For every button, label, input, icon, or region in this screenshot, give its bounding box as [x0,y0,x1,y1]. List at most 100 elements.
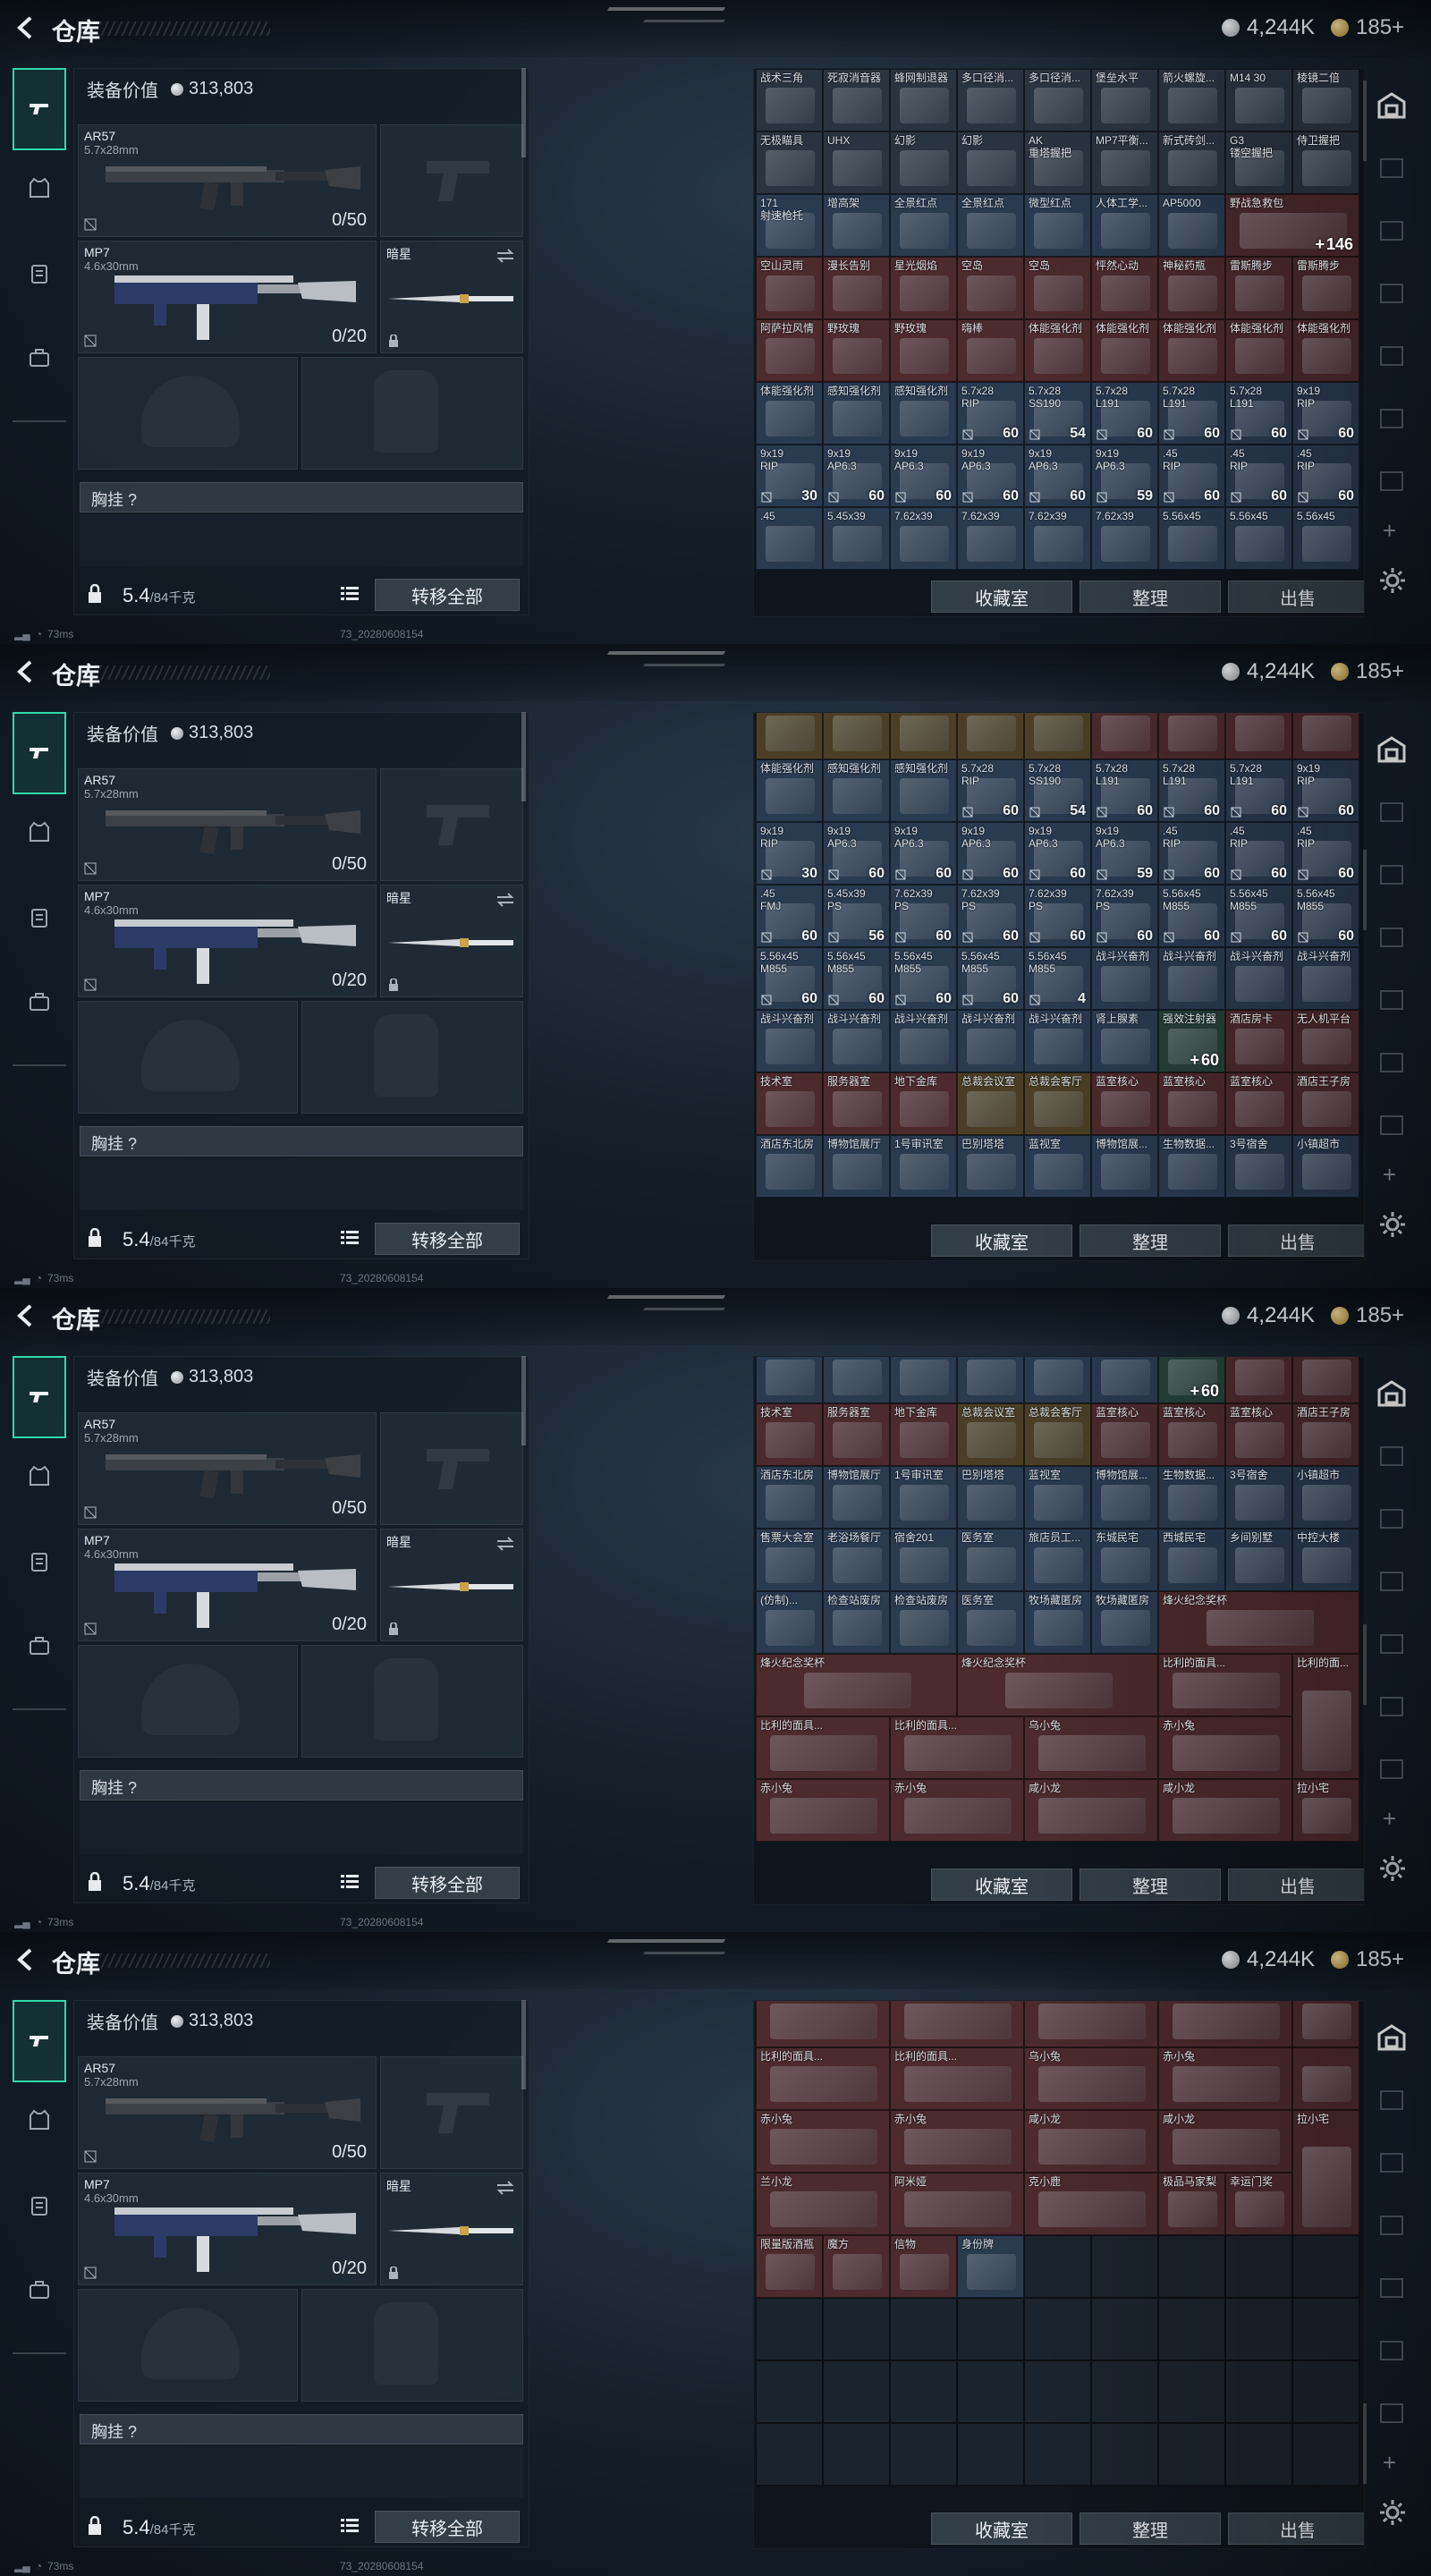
stash-item[interactable]: MP7平衡... [1091,131,1158,194]
equipment-scrollbar[interactable] [521,68,526,157]
stash-item[interactable]: 5.7x28 L191 60 [1225,382,1292,445]
silver-currency[interactable]: 4,244K [1222,658,1315,685]
stash-item[interactable]: 体能强化剂 [756,382,823,445]
helmet-slot[interactable] [78,1645,298,1758]
stash-item[interactable]: .45 RIP 60 [1292,822,1359,885]
swap-icon[interactable] [495,2181,515,2195]
stash-item[interactable] [1158,713,1225,759]
stash-item[interactable] [890,2001,1024,2047]
stash-tab-3[interactable] [1372,855,1411,894]
stash-item[interactable]: .45 RIP 60 [1158,822,1225,885]
stash-item[interactable]: 西城民宅 [1158,1529,1225,1591]
stash-item[interactable]: 乡间别墅 [1225,1529,1292,1591]
nav-weapons[interactable] [13,1356,66,1438]
stash-item[interactable]: .45 [756,507,823,570]
stash-item[interactable]: 5.56x45 [1158,507,1225,570]
stash-item[interactable]: 7.62x39 PS 60 [1091,885,1158,947]
pistol-slot[interactable] [380,2056,523,2169]
stash-item[interactable]: 咸小龙 [1024,2110,1158,2173]
stash-item[interactable]: 9x19 AP6.3 60 [957,822,1024,885]
stash-item[interactable] [1225,713,1292,759]
stash-item[interactable]: 极品马家梨 [1158,2173,1225,2235]
stash-item[interactable]: 战斗兴奋剂 [1225,947,1292,1010]
stash-scrollbar[interactable] [1363,850,1367,931]
stash-item[interactable]: 5.56x45 M855 4 [1024,947,1091,1010]
stash-item[interactable]: 烽火纪念奖杯 [756,1654,957,1716]
stash-item[interactable]: 7.62x39 PS 60 [957,885,1024,947]
stash-item[interactable]: 赤小兔 [756,2110,890,2173]
stash-item[interactable]: 老浴场餐厅 [823,1529,890,1591]
stash-tab-3[interactable] [1372,2143,1411,2182]
stash-scrollbar[interactable] [1363,2402,1367,2484]
stash-item[interactable]: 牧场藏匿房 [1024,1591,1091,1654]
stash-item[interactable]: 5.45x39 PS 56 [823,885,890,947]
stash-item[interactable]: 总裁会客厅 [1024,1072,1091,1135]
equipment-scrollbar[interactable] [521,1356,526,1445]
stash-item[interactable]: 强效注射器 60 + [1158,1010,1225,1072]
stash-item[interactable]: 售票大会室 [756,1529,823,1591]
stash-item[interactable] [1292,713,1359,759]
equipment-scrollbar[interactable] [521,2000,526,2089]
stash-item[interactable] [890,713,957,759]
stash-item[interactable]: 感知强化剂 [823,759,890,822]
stash-item[interactable]: 9x19 AP6.3 59 [1091,822,1158,885]
stash-item[interactable]: 比利的面具... [756,2047,890,2110]
stash-item[interactable]: 阿米娅 [890,2173,1024,2235]
stash-item[interactable]: 5.7x28 RIP 60 [957,759,1024,822]
stash-item[interactable]: 星光烟焰 [890,257,957,319]
stash-tab-6[interactable] [1372,399,1411,438]
list-icon[interactable] [341,586,359,602]
stash-item[interactable]: 嗨棒 [957,319,1024,382]
stash-item[interactable]: 增高架 [823,194,890,257]
stash-item[interactable]: 赤小兔 [756,1779,890,1842]
chest-rig-header[interactable]: 胸挂 ? [80,482,523,513]
settings-button[interactable] [1377,1209,1408,1240]
stash-item[interactable]: 战斗兴奋剂 [890,1010,957,1072]
stash-item[interactable]: 小镇超市 [1292,1466,1359,1529]
primary-weapon-slot[interactable]: AR57 5.7x28mm 0/50 [78,124,377,237]
stash-item[interactable]: 咸小龙 [1158,2110,1292,2173]
stash-item[interactable]: 战斗兴奋剂 [1024,1010,1091,1072]
back-button[interactable] [13,13,39,43]
nav-backpack[interactable] [13,331,66,385]
stash-item[interactable] [1024,2001,1158,2047]
stash-item[interactable]: 5.7x28 L191 60 [1225,759,1292,822]
back-button[interactable] [13,657,39,687]
back-button[interactable] [13,1301,39,1331]
nav-backpack[interactable] [13,975,66,1029]
stash-item[interactable]: 多口径消... [1024,69,1091,131]
stash-item[interactable]: 肾上腺素 [1091,1010,1158,1072]
stash-item[interactable]: 死寂消音器 [823,69,890,131]
stash-item[interactable]: 7.62x39 [1024,507,1091,570]
stash-item[interactable]: 服务器室 [823,1403,890,1466]
pistol-slot[interactable] [380,768,523,881]
favorites-button[interactable]: 收藏室 [931,580,1072,613]
stash-item[interactable]: 东城民宅 [1091,1529,1158,1591]
stash-item[interactable]: 多口径消... [957,69,1024,131]
stash-item[interactable]: 棱镜二倍 [1292,69,1359,131]
stash-item[interactable]: 酒店东北房 [756,1466,823,1529]
stash-item[interactable]: 5.56x45 M855 60 [1292,885,1359,947]
stash-item[interactable]: 5.56x45 [1225,507,1292,570]
stash-item[interactable]: 9x19 AP6.3 59 [1091,445,1158,507]
stash-tab-4[interactable] [1372,918,1411,957]
stash-item[interactable]: 地下金库 [890,1403,957,1466]
stash-item[interactable]: .45 RIP 60 [1292,445,1359,507]
stash-item[interactable]: 医务室 [957,1529,1024,1591]
stash-item[interactable]: 微型红点 [1024,194,1091,257]
stash-item[interactable]: 空岛 [957,257,1024,319]
stash-item[interactable]: 新式砖剑... [1158,131,1225,194]
stash-item[interactable]: 无人机平台 [1292,1010,1359,1072]
stash-item[interactable]: 咸小龙 [1024,1779,1158,1842]
stash-item[interactable]: 巴别塔塔 [957,1466,1024,1529]
stash-item[interactable] [1091,1357,1158,1403]
sell-button[interactable]: 出售 [1228,2512,1364,2545]
stash-tab-2[interactable] [1372,2080,1411,2120]
sell-button[interactable]: 出售 [1228,1868,1364,1901]
stash-item[interactable]: 博物馆展... [1091,1135,1158,1198]
stash-item[interactable]: .45 FMJ 60 [756,885,823,947]
settings-button[interactable] [1377,1853,1408,1884]
stash-item[interactable]: 中控大楼 [1292,1529,1359,1591]
stash-item[interactable] [1292,2047,1359,2110]
stash-item[interactable]: 人体工学... [1091,194,1158,257]
